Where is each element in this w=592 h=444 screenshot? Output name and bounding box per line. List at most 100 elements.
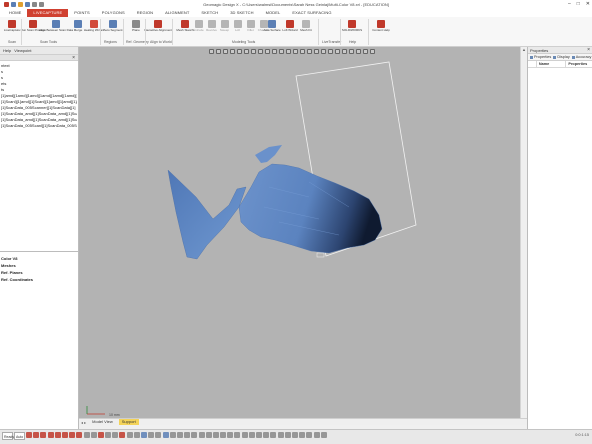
scan-mesh-left[interactable] (167, 169, 247, 260)
align-between-scan-data-button[interactable]: Align Between Scan Data (39, 19, 73, 39)
model-tree-item[interactable]: Meshes (1, 262, 33, 269)
ribbon-button-label: Mesh Fit (300, 28, 312, 32)
merge-icon (74, 20, 82, 28)
status-tool-icon[interactable] (105, 432, 112, 438)
status-tool-icon[interactable] (155, 432, 162, 438)
status-tool-icon[interactable] (227, 432, 234, 438)
status-tool-icon[interactable] (263, 432, 270, 438)
tab-help[interactable]: Help (3, 48, 11, 53)
menu-tab-points[interactable]: POINTS (68, 9, 96, 17)
close-button[interactable]: ✕ (586, 1, 590, 7)
status-tool-icon[interactable] (256, 432, 262, 438)
status-tool-icon[interactable] (97, 432, 104, 438)
menu-tab-polygons[interactable]: POLYGONS (96, 9, 131, 17)
extrude-button[interactable]: Extrude (192, 19, 205, 39)
menu-tab-home[interactable]: HOME (3, 9, 27, 17)
extrude-icon (194, 20, 203, 28)
status-tool-icon[interactable] (83, 432, 90, 438)
status-tool-icon[interactable] (112, 432, 119, 438)
content-help-button[interactable]: Content Help (371, 19, 391, 39)
status-tool-icon[interactable] (234, 432, 241, 438)
status-tool-icon[interactable] (198, 432, 205, 438)
minimize-button[interactable]: – (568, 1, 571, 7)
status-tool-icon[interactable] (248, 432, 255, 438)
model-tree-item[interactable]: Color V8 (1, 255, 33, 262)
status-tool-icon[interactable] (284, 432, 291, 438)
sweep-button[interactable]: Sweep (218, 19, 231, 39)
column-name[interactable]: Name (535, 61, 566, 67)
scan-mesh-spike[interactable] (255, 145, 282, 163)
status-tool-icon[interactable] (33, 432, 40, 438)
scan-mesh-body[interactable] (238, 163, 383, 254)
status-tool-icon[interactable] (270, 432, 277, 438)
status-tool-icon[interactable] (306, 432, 313, 438)
status-tool-icon[interactable] (169, 432, 176, 438)
status-tool-icon[interactable] (291, 432, 298, 438)
model-tree-item[interactable]: Ref. Planes (1, 269, 33, 276)
status-tool-icon[interactable] (133, 432, 140, 438)
status-tool-icon[interactable] (191, 432, 198, 438)
status-tool-icon[interactable] (184, 432, 191, 438)
plane-button[interactable]: Plane (126, 19, 146, 39)
fillet-button[interactable]: Fillet (244, 19, 257, 39)
tab-accuracy[interactable]: Accuracy (571, 55, 591, 59)
mesh-fit-button[interactable]: Mesh Fit (296, 19, 316, 39)
menu-tab-region[interactable]: REGION (131, 9, 159, 17)
close-icon[interactable]: × (587, 47, 590, 54)
status-tool-icon[interactable] (47, 432, 54, 438)
close-icon[interactable]: × (72, 55, 75, 61)
viewport-scrollbar[interactable]: ▲ (520, 47, 527, 418)
status-tool-icon[interactable] (277, 432, 284, 438)
status-tool-icon[interactable] (162, 432, 169, 438)
interactive-alignment-button[interactable]: Interactive Alignment (144, 19, 172, 39)
menu-tab-model[interactable]: MODEL (260, 9, 287, 17)
loft-button[interactable]: Loft (231, 19, 244, 39)
status-tool-icon[interactable] (176, 432, 183, 438)
status-tool-icon[interactable] (119, 432, 126, 438)
model-tree-item[interactable]: Ref. Coordinates (1, 276, 33, 283)
tab-display[interactable]: Display (553, 55, 570, 59)
menu-tab-sketch[interactable]: SKETCH (195, 9, 224, 17)
status-tool-icon[interactable] (313, 432, 320, 438)
status-tool-icon[interactable] (141, 432, 147, 438)
status-tool-icon[interactable] (26, 432, 32, 438)
revolve-button[interactable]: Revolve (205, 19, 218, 39)
menu-tab-livecapture[interactable]: LIVECAPTURE (27, 9, 69, 17)
status-tool-icon[interactable] (76, 432, 83, 438)
tree-item[interactable]: [1]ScanData_005Scanl][1]ScanData_005Scan (1, 123, 77, 129)
status-tool-icon[interactable] (320, 432, 327, 438)
status-tool-icon[interactable] (40, 432, 47, 438)
3d-viewport[interactable]: 10 mm (79, 47, 527, 418)
healing-wizard-button[interactable]: Healing Wizard (84, 19, 104, 39)
status-tool-icon[interactable] (126, 432, 133, 438)
status-tool-icon[interactable] (205, 432, 212, 438)
tab-viewpoint[interactable]: Viewpoint (14, 48, 31, 53)
tab-scroll-arrows[interactable]: ◂ ▸ (81, 420, 86, 425)
status-tool-icon[interactable] (212, 432, 219, 438)
menu-tab-exact-surfacing[interactable]: EXACT SURFACING (286, 9, 337, 17)
status-tool-icon[interactable] (61, 432, 68, 438)
status-tool-icon[interactable] (148, 432, 155, 438)
maximize-button[interactable]: □ (577, 1, 580, 7)
status-tool-icon[interactable] (241, 432, 248, 438)
menu-tab-alignment[interactable]: ALIGNMENT (159, 9, 195, 17)
solidworks-button[interactable]: SOLIDWORKS (342, 19, 362, 39)
status-tool-icon[interactable] (220, 432, 227, 438)
tab-properties[interactable]: Properties (530, 55, 551, 59)
status-tool-icon[interactable] (90, 432, 97, 438)
accuracy-icon (571, 55, 575, 59)
status-tool-icon[interactable] (54, 432, 61, 438)
livecapture-button[interactable]: LiveCapture (2, 19, 22, 39)
selection-mode-dropdown[interactable]: Auto (14, 432, 25, 440)
panel-divider[interactable] (0, 251, 79, 252)
tab-model-view[interactable]: Model View (89, 419, 116, 425)
column-properties[interactable]: Properties (565, 61, 592, 67)
tab-support[interactable]: Support (118, 419, 139, 425)
scene[interactable] (79, 47, 527, 418)
status-tool-icon[interactable] (69, 432, 76, 438)
status-tool-icon[interactable] (299, 432, 306, 438)
auto-segment-button[interactable]: Auto Segment (103, 19, 123, 39)
menu-tab-3d-sketch[interactable]: 3D SKETCH (224, 9, 259, 17)
auto-surface-button[interactable]: Auto Surface (262, 19, 282, 39)
plane-handle[interactable] (316, 252, 325, 258)
